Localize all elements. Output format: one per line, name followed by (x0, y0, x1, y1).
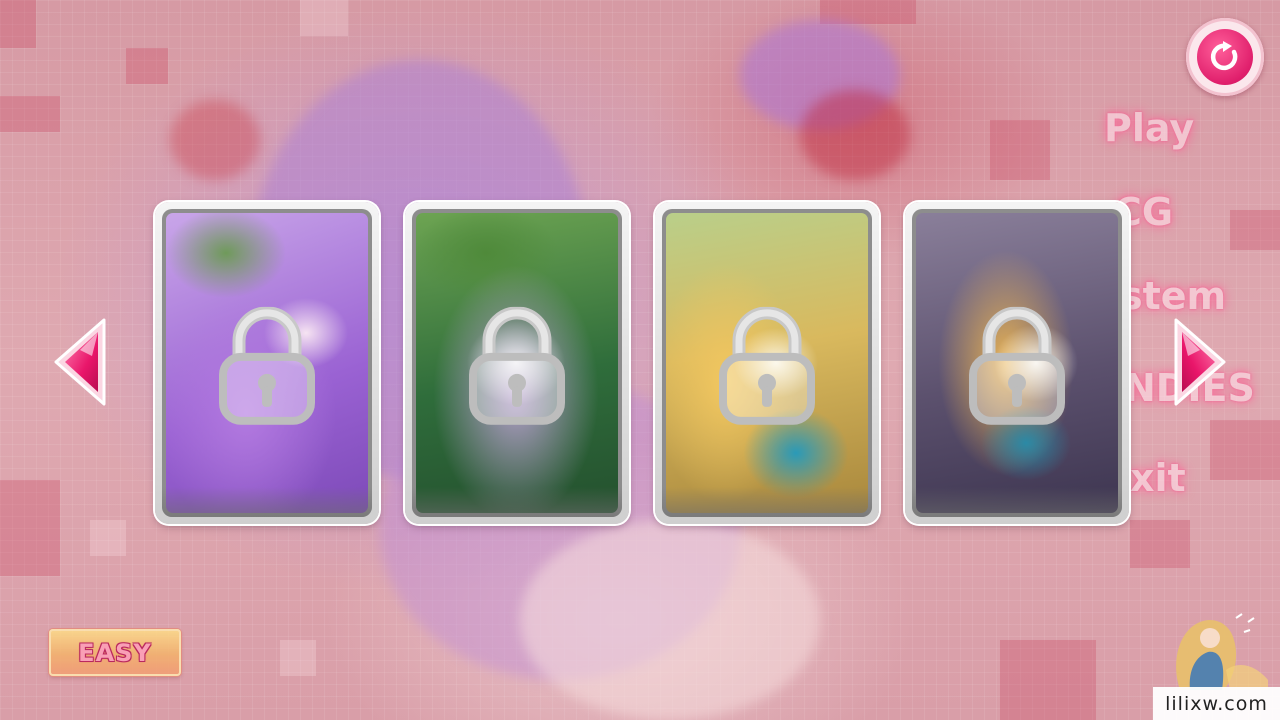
lock-icon (467, 306, 567, 429)
menu-item-system[interactable]: stem (1120, 274, 1226, 318)
character-thumbnail (1160, 610, 1270, 690)
watermark: lilixw.com (1153, 687, 1280, 720)
prev-page-arrow[interactable] (52, 316, 108, 408)
menu-item-exit[interactable]: xit (1130, 456, 1186, 500)
lock-icon (967, 306, 1067, 429)
difficulty-button[interactable]: EASY (49, 629, 181, 676)
return-icon (1197, 29, 1253, 85)
difficulty-label: EASY (78, 638, 152, 667)
menu-item-play[interactable]: Play (1104, 106, 1194, 150)
gallery-card-2[interactable] (405, 202, 629, 524)
next-page-arrow[interactable] (1172, 316, 1228, 408)
lock-icon (217, 306, 317, 429)
gallery-card-1[interactable] (155, 202, 379, 524)
gallery-card-4[interactable] (905, 202, 1129, 524)
gallery-card-3[interactable] (655, 202, 879, 524)
back-button[interactable] (1186, 18, 1264, 96)
lock-icon (717, 306, 817, 429)
